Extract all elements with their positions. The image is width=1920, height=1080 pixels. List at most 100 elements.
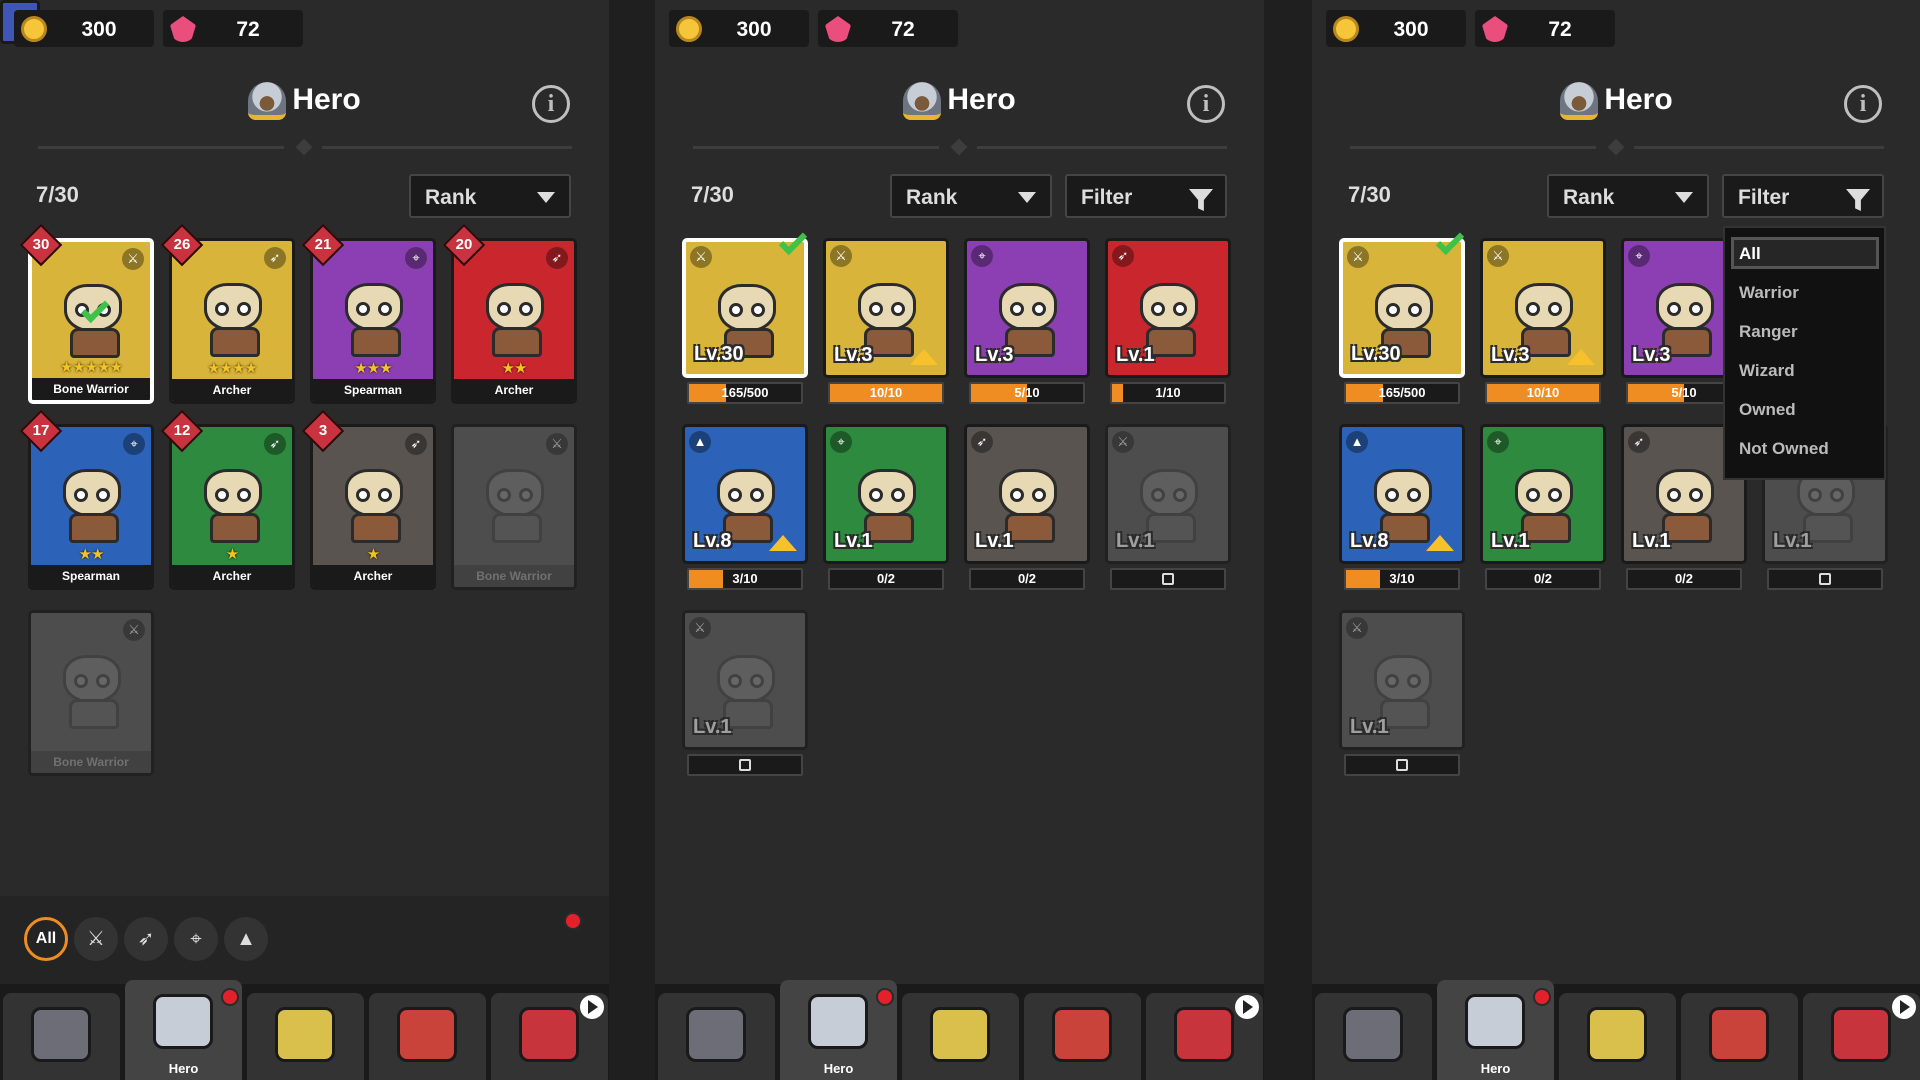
- eye: [96, 488, 110, 502]
- gold-counter: 300: [1326, 10, 1466, 47]
- filter-dropdown[interactable]: Filter: [1065, 174, 1227, 218]
- nav-tab[interactable]: [3, 993, 120, 1080]
- hero-card[interactable]: ⚔ Lv.1: [1105, 424, 1231, 564]
- sort-dropdown[interactable]: Rank: [1547, 174, 1709, 218]
- progress-text: 0/2: [1674, 571, 1694, 586]
- knight-helmet-icon: [1560, 82, 1599, 120]
- crosshair-icon: ⌖: [123, 433, 145, 455]
- hero-card[interactable]: Bone Warrior ⚔: [451, 424, 577, 590]
- eye: [728, 488, 742, 502]
- gem-counter: 72: [163, 10, 303, 47]
- eye: [1808, 488, 1822, 502]
- hero-card[interactable]: ⚔ Lv.30: [1339, 238, 1465, 378]
- info-icon[interactable]: i: [532, 85, 570, 123]
- eye: [1032, 302, 1046, 316]
- screen-panel: 300 72 Hero i 7/30 Rank ★★★★★ Bone Warrior ⚔ 30 ★★…: [0, 0, 609, 1080]
- hero-card[interactable]: ⚔ Lv.3: [823, 238, 949, 378]
- progress-text: 0/2: [1017, 571, 1037, 586]
- hero-card[interactable]: Bone Warrior ⚔: [28, 610, 154, 776]
- filter-option[interactable]: Ranger: [1739, 322, 1798, 342]
- sword-icon[interactable]: ⚔: [74, 917, 118, 961]
- hero-name: Bone Warrior: [454, 565, 574, 587]
- wizard-hat-icon[interactable]: ▲: [224, 917, 268, 961]
- bow-icon: ➶: [1112, 245, 1134, 267]
- gold-counter: 300: [669, 10, 809, 47]
- hero-count: 7/30: [36, 182, 79, 207]
- filter-option[interactable]: Wizard: [1739, 361, 1795, 381]
- eye: [1407, 674, 1421, 688]
- crosshair-icon[interactable]: ⌖: [174, 917, 218, 961]
- nav-tab[interactable]: [1315, 993, 1432, 1080]
- info-icon[interactable]: i: [1187, 85, 1225, 123]
- hero-portrait: [49, 455, 137, 551]
- filter-option[interactable]: Owned: [1739, 400, 1796, 420]
- eye: [1173, 302, 1187, 316]
- hero-card[interactable]: ➶ Lv.1: [964, 424, 1090, 564]
- level-label: Lv.30: [694, 343, 744, 365]
- hero-card[interactable]: ★★★★ Archer ➶: [169, 238, 295, 404]
- upgrade-arrow-icon: [910, 349, 938, 365]
- progress-bar: 3/10: [1344, 568, 1460, 590]
- hero-name: Bone Warrior: [32, 378, 150, 400]
- eye: [728, 674, 742, 688]
- hero-portrait: [331, 455, 419, 551]
- hero-face: [858, 283, 916, 331]
- hero-card[interactable]: ★ Archer ➶: [310, 424, 436, 590]
- hero-card[interactable]: ➶ Lv.1: [1105, 238, 1231, 378]
- nav-tab[interactable]: [1681, 993, 1798, 1080]
- progress-bar: 165/500: [687, 382, 803, 404]
- progress-bar: [1344, 754, 1460, 776]
- hero-card[interactable]: ★★★★★ Bone Warrior ⚔: [28, 238, 154, 404]
- notification-dot: [564, 912, 582, 930]
- sword-icon: ⚔: [1112, 431, 1134, 453]
- nav-tab[interactable]: [247, 993, 364, 1080]
- eye: [1526, 488, 1540, 502]
- hero-card[interactable]: ⚔ Lv.1: [1339, 610, 1465, 750]
- sort-dropdown[interactable]: Rank: [409, 174, 571, 218]
- hero-card[interactable]: ⚔ Lv.30: [682, 238, 808, 378]
- hero-card[interactable]: ⚔ Lv.1: [682, 610, 808, 750]
- hero-card[interactable]: ▲ Lv.8: [682, 424, 808, 564]
- next-arrow-icon[interactable]: [1892, 995, 1916, 1019]
- level-label: Lv.1: [1773, 530, 1812, 552]
- hero-body: [69, 513, 119, 543]
- nav-tab[interactable]: [1559, 993, 1676, 1080]
- eye: [74, 674, 88, 688]
- hero-face: [1656, 283, 1714, 331]
- hero-card[interactable]: ★★ Archer ➶: [451, 238, 577, 404]
- level-label: Lv.1: [834, 530, 873, 552]
- filter-all-chip[interactable]: All: [24, 917, 68, 961]
- hero-card[interactable]: ★★★ Spearman ⌖: [310, 238, 436, 404]
- nav-tab[interactable]: [369, 993, 486, 1080]
- title-divider: [977, 146, 1227, 149]
- nav-tab[interactable]: [902, 993, 1019, 1080]
- filter-dropdown[interactable]: Filter: [1722, 174, 1884, 218]
- eye: [356, 488, 370, 502]
- knight-helmet-icon: [248, 82, 287, 120]
- divider-ornament: [1607, 138, 1625, 156]
- hero-card[interactable]: ⌖ Lv.1: [1480, 424, 1606, 564]
- level-label: Lv.1: [1350, 716, 1389, 738]
- hero-card[interactable]: ⌖ Lv.1: [823, 424, 949, 564]
- filter-option[interactable]: Warrior: [1739, 283, 1799, 303]
- spellbook-icon: [397, 1007, 457, 1062]
- title-divider: [693, 146, 939, 149]
- bow-icon[interactable]: ➶: [124, 917, 168, 961]
- nav-tab[interactable]: [1024, 993, 1141, 1080]
- hero-card[interactable]: ★ Archer ➶: [169, 424, 295, 590]
- screenshot-root: 300 72 Hero i 7/30 Rank ★★★★★ Bone Warrior ⚔ 30 ★★…: [0, 0, 1920, 1080]
- hero-card[interactable]: ⚔ Lv.3: [1480, 238, 1606, 378]
- hero-card[interactable]: ⌖ Lv.3: [964, 238, 1090, 378]
- hero-face: [1375, 284, 1433, 332]
- nav-tab[interactable]: [658, 993, 775, 1080]
- hero-card[interactable]: ★★ Spearman ⌖: [28, 424, 154, 590]
- sort-dropdown[interactable]: Rank: [890, 174, 1052, 218]
- hero-card[interactable]: ▲ Lv.8: [1339, 424, 1465, 564]
- filter-option[interactable]: Not Owned: [1739, 439, 1829, 459]
- info-icon[interactable]: i: [1844, 85, 1882, 123]
- filter-option[interactable]: All: [1739, 244, 1761, 264]
- notification-dot: [876, 988, 894, 1006]
- eye: [1407, 488, 1421, 502]
- next-arrow-icon[interactable]: [1235, 995, 1259, 1019]
- next-arrow-icon[interactable]: [580, 995, 604, 1019]
